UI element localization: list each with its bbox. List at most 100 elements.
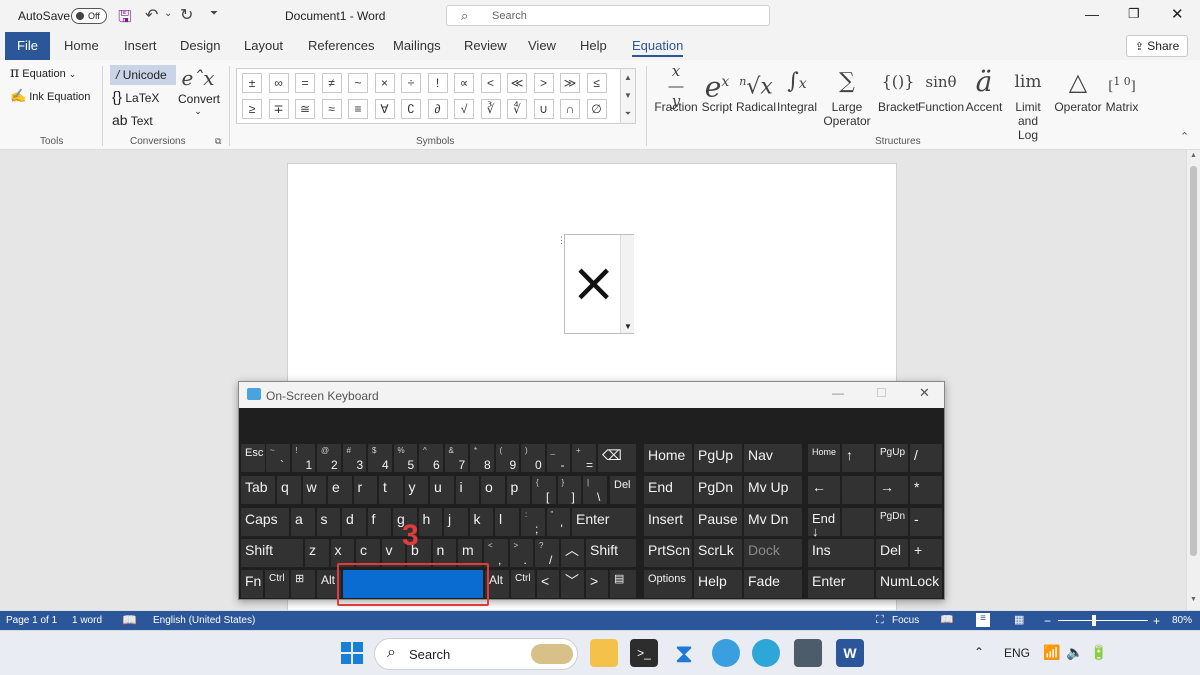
right-arrow-key[interactable]: > bbox=[586, 570, 608, 598]
fade-key[interactable]: Fade bbox=[744, 570, 802, 598]
numpad-up-key[interactable]: ↑ bbox=[842, 444, 874, 472]
symbol-button[interactable]: ÷ bbox=[401, 73, 421, 93]
latex-button[interactable]: {} LaTeX bbox=[112, 89, 159, 106]
scroll-down-icon[interactable]: ▼ bbox=[621, 87, 635, 105]
letter-key-j[interactable]: j bbox=[444, 508, 468, 536]
symbol-button[interactable]: < bbox=[480, 73, 501, 93]
letter-key-t[interactable]: t bbox=[379, 476, 403, 504]
tab-references[interactable]: References bbox=[308, 38, 374, 53]
autosave-toggle[interactable]: Off bbox=[71, 8, 107, 24]
wifi-icon[interactable]: 📶 bbox=[1043, 644, 1060, 661]
letter-key-p[interactable]: p bbox=[506, 476, 530, 504]
unicode-button[interactable]: / Unicode bbox=[110, 65, 176, 85]
number-key[interactable]: (9 bbox=[495, 444, 519, 472]
number-key[interactable]: & 7 bbox=[444, 444, 468, 472]
scrlk-key[interactable]: ScrLk bbox=[694, 539, 742, 567]
dialog-launcher-icon[interactable]: ⧉ bbox=[215, 136, 221, 147]
symbol-button[interactable]: ∞ bbox=[268, 73, 289, 93]
punct-key[interactable]: " ' bbox=[546, 508, 570, 536]
close-icon[interactable]: ✕ bbox=[1171, 5, 1184, 23]
scroll-down-icon[interactable]: ▼ bbox=[1190, 596, 1197, 603]
symbol-button[interactable]: ≤ bbox=[586, 73, 607, 93]
save-icon[interactable]: 🖫 bbox=[118, 6, 132, 33]
tab-review[interactable]: Review bbox=[464, 38, 507, 53]
operator-button[interactable]: △ Operator bbox=[1052, 64, 1104, 114]
enter-key[interactable]: Enter bbox=[572, 508, 636, 536]
tab-view[interactable]: View bbox=[528, 38, 556, 53]
undo-icon[interactable]: ↶ bbox=[145, 5, 158, 25]
symbol-button[interactable]: ! bbox=[427, 73, 448, 93]
insert-key[interactable]: Insert bbox=[644, 508, 692, 536]
numpad-left-key[interactable]: ← bbox=[808, 476, 840, 504]
letter-key-q[interactable]: q bbox=[277, 476, 301, 504]
symbol-button[interactable]: > bbox=[533, 73, 554, 93]
minimize-icon[interactable]: — bbox=[1085, 6, 1099, 22]
ctrl-key[interactable]: Ctrl bbox=[265, 570, 289, 598]
language-indicator[interactable]: ENG bbox=[1004, 646, 1030, 660]
word-icon[interactable]: W bbox=[836, 639, 864, 667]
tab-layout[interactable]: Layout bbox=[244, 38, 283, 53]
nav-key[interactable]: Nav bbox=[744, 444, 802, 472]
edge-icon[interactable] bbox=[752, 639, 780, 667]
letter-key-u[interactable]: u bbox=[430, 476, 454, 504]
restore-icon[interactable]: ❐ bbox=[1128, 6, 1140, 22]
options-key[interactable]: Options bbox=[644, 570, 692, 598]
number-key[interactable]: ) 0 bbox=[521, 444, 545, 472]
numlock-key[interactable]: NumLock bbox=[876, 570, 942, 598]
number-key[interactable]: * 8 bbox=[470, 444, 494, 472]
letter-key-d[interactable]: d bbox=[342, 508, 366, 536]
del-key[interactable]: Del bbox=[610, 476, 636, 504]
letter-key-a[interactable]: a bbox=[291, 508, 315, 536]
proofing-icon[interactable]: 📖 bbox=[122, 613, 137, 627]
zoom-in-icon[interactable]: + bbox=[1153, 614, 1160, 628]
undo-dropdown-icon[interactable]: ⌄ bbox=[164, 8, 172, 19]
numpad-multiply-key[interactable]: * bbox=[910, 476, 942, 504]
osk-minimize-icon[interactable]: — bbox=[832, 386, 844, 400]
punct-key[interactable]: :; bbox=[521, 508, 545, 536]
matrix-button[interactable]: [1 0] Matrix bbox=[1104, 64, 1140, 114]
edge-beta-icon[interactable] bbox=[712, 639, 740, 667]
punct-key[interactable]: ? / bbox=[535, 539, 559, 567]
letter-key-h[interactable]: h bbox=[418, 508, 442, 536]
collapse-ribbon-icon[interactable]: ⌃ bbox=[1180, 130, 1189, 143]
dock-key[interactable]: Dock bbox=[744, 539, 802, 567]
tab-mailings[interactable]: Mailings bbox=[393, 38, 441, 53]
bracket-key[interactable]: | \ bbox=[583, 476, 607, 504]
numpad-del-key[interactable]: Del bbox=[876, 539, 908, 567]
letter-key-f[interactable]: f bbox=[367, 508, 391, 536]
symbols-scroll[interactable]: ▲ ▼ ⏷ bbox=[620, 68, 636, 124]
down-arrow-key[interactable]: ﹀ bbox=[561, 570, 584, 598]
equation-handle-icon[interactable]: ⋮ bbox=[557, 236, 566, 245]
numpad-5-key[interactable] bbox=[842, 476, 874, 504]
battery-icon[interactable]: 🔋 bbox=[1090, 644, 1107, 661]
integral-button[interactable]: ∫x Integral bbox=[776, 64, 818, 114]
keyboard-app-icon[interactable] bbox=[794, 639, 822, 667]
numpad-plus-key[interactable]: + bbox=[910, 539, 942, 567]
move-up-key[interactable]: Mv Up bbox=[744, 476, 802, 504]
scroll-up-icon[interactable]: ▲ bbox=[621, 69, 635, 87]
punct-key[interactable]: >. bbox=[509, 539, 533, 567]
numpad-pgup-key[interactable]: PgUp bbox=[876, 444, 908, 472]
symbol-button[interactable]: ∁ bbox=[401, 99, 421, 119]
numpad-home-key[interactable]: Home bbox=[808, 444, 840, 472]
osk-close-icon[interactable]: ✕ bbox=[919, 385, 930, 401]
equation-box[interactable]: ⋮ × ▼ bbox=[557, 234, 634, 334]
redo-icon[interactable]: ↻ bbox=[180, 5, 193, 25]
number-key[interactable]: $4 bbox=[368, 444, 392, 472]
number-key[interactable]: % 5 bbox=[393, 444, 417, 472]
symbol-button[interactable]: ≪ bbox=[507, 73, 527, 93]
zoom-slider-thumb[interactable] bbox=[1092, 615, 1096, 626]
bracket-key[interactable]: }] bbox=[557, 476, 581, 504]
prtscn-key[interactable]: PrtScn bbox=[644, 539, 692, 567]
up-arrow-key[interactable]: ︿ bbox=[561, 539, 584, 567]
web-layout-icon[interactable]: ▦ bbox=[1014, 613, 1024, 626]
vscode-icon[interactable]: ⧗ bbox=[670, 639, 698, 667]
tab-key[interactable]: Tab bbox=[241, 476, 275, 504]
symbol-button[interactable]: ≠ bbox=[321, 73, 342, 93]
bracket-key[interactable]: {[ bbox=[532, 476, 556, 504]
symbol-button[interactable]: ≡ bbox=[348, 99, 368, 119]
symbol-button[interactable]: ≈ bbox=[321, 99, 342, 119]
large-operator-button[interactable]: ∑ Large Operator bbox=[818, 64, 876, 128]
start-icon[interactable] bbox=[338, 639, 366, 667]
symbol-button[interactable]: ~ bbox=[348, 73, 368, 93]
